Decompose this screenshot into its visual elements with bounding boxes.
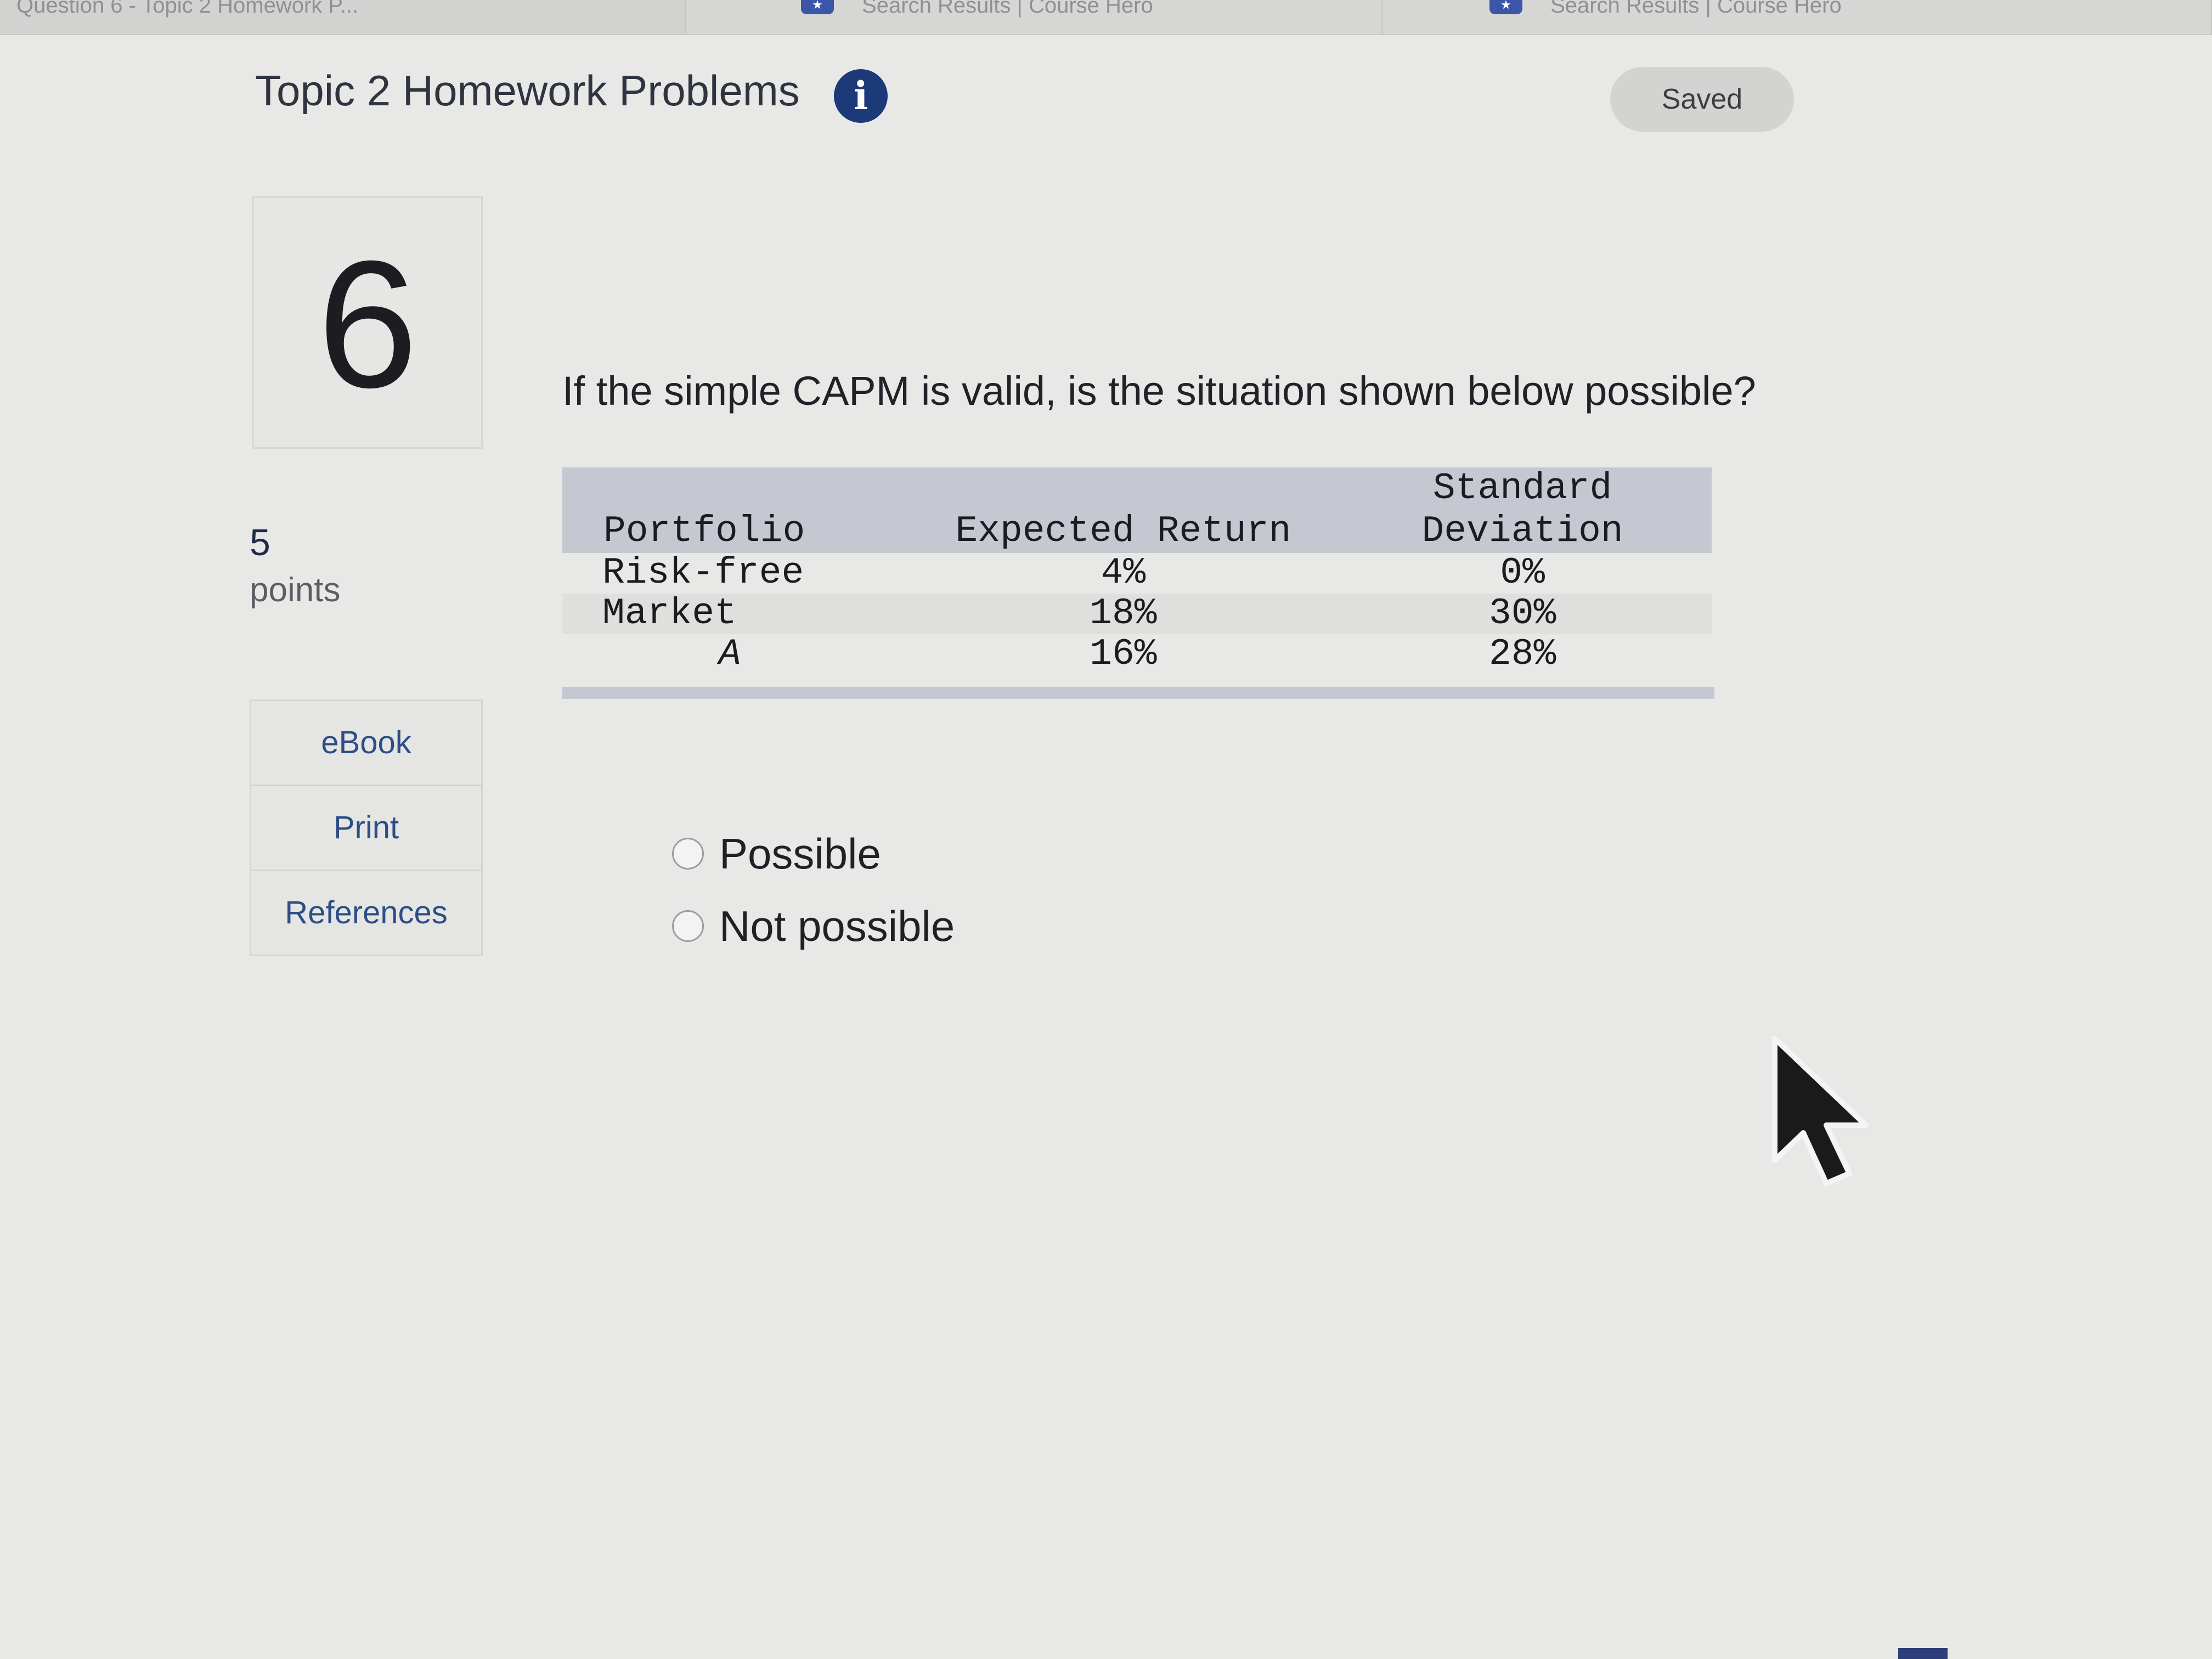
- header-standard-deviation: Standard Deviation: [1333, 467, 1712, 553]
- info-icon[interactable]: i: [834, 69, 888, 123]
- resource-links: eBook Print References: [250, 699, 483, 956]
- header-deviation-line: Deviation: [1421, 510, 1623, 552]
- option-label: Not possible: [719, 901, 955, 950]
- capm-data-table: Portfolio Expected Return Standard Devia…: [562, 467, 1712, 675]
- course-hero-favicon-icon: ★: [801, 0, 834, 14]
- browser-tab-question[interactable]: Question 6 - Topic 2 Homework P...: [0, 0, 686, 34]
- radio-button[interactable]: [672, 910, 704, 942]
- cell-portfolio: A: [719, 633, 741, 675]
- option-possible[interactable]: Possible: [672, 817, 955, 890]
- browser-tab-strip: Question 6 - Topic 2 Homework P... ★ Sea…: [0, 0, 2212, 35]
- header-standard-line: Standard: [1432, 467, 1612, 510]
- question-text: If the simple CAPM is valid, is the situ…: [562, 368, 1756, 414]
- taskbar-edge: [1898, 1648, 1948, 1659]
- browser-tab-label: Question 6 - Topic 2 Homework P...: [16, 0, 359, 18]
- saved-status-badge: Saved: [1610, 67, 1794, 132]
- print-button[interactable]: Print: [251, 786, 481, 871]
- references-button[interactable]: References: [251, 871, 481, 955]
- table-header-row: Portfolio Expected Return Standard Devia…: [562, 467, 1712, 553]
- cell-portfolio: Market: [562, 594, 913, 634]
- header-expected-return: Expected Return: [913, 467, 1334, 553]
- option-label: Possible: [719, 829, 881, 878]
- cell-expected-return: 4%: [1101, 552, 1146, 594]
- option-not-possible[interactable]: Not possible: [672, 890, 955, 962]
- table-row: Market 18% 30%: [562, 594, 1712, 634]
- points-value: 5: [250, 522, 270, 563]
- points-label: points: [250, 571, 341, 609]
- browser-tab-label: Search Results | Course Hero: [862, 0, 1153, 18]
- cell-standard-deviation: 0%: [1500, 552, 1545, 594]
- assignment-title: Topic 2 Homework Problems: [255, 66, 800, 115]
- question-number: 6: [317, 223, 418, 425]
- browser-tab-search-results-2[interactable]: ★ Search Results | Course Hero: [1383, 0, 2212, 34]
- question-number-card: 6: [252, 196, 483, 449]
- table-row: Risk-free 4% 0%: [562, 553, 1712, 594]
- table-row: A 16% 28%: [562, 634, 1712, 675]
- cell-portfolio: Risk-free: [602, 552, 804, 594]
- radio-button[interactable]: [672, 838, 704, 870]
- table-bottom-rule: [562, 687, 1714, 699]
- answer-options: Possible Not possible: [672, 817, 955, 962]
- course-hero-favicon-icon: ★: [1489, 0, 1522, 14]
- header-portfolio: Portfolio: [562, 467, 913, 553]
- browser-tab-label: Search Results | Course Hero: [1550, 0, 1842, 18]
- cell-expected-return: 16%: [1090, 633, 1157, 675]
- cell-standard-deviation: 28%: [1488, 633, 1556, 675]
- cell-expected-return: 18%: [913, 594, 1334, 634]
- browser-tab-search-results-1[interactable]: ★ Search Results | Course Hero: [686, 0, 1383, 34]
- cell-standard-deviation: 30%: [1333, 594, 1712, 634]
- mouse-pointer-icon: [1772, 1036, 1869, 1186]
- ebook-button[interactable]: eBook: [251, 701, 481, 786]
